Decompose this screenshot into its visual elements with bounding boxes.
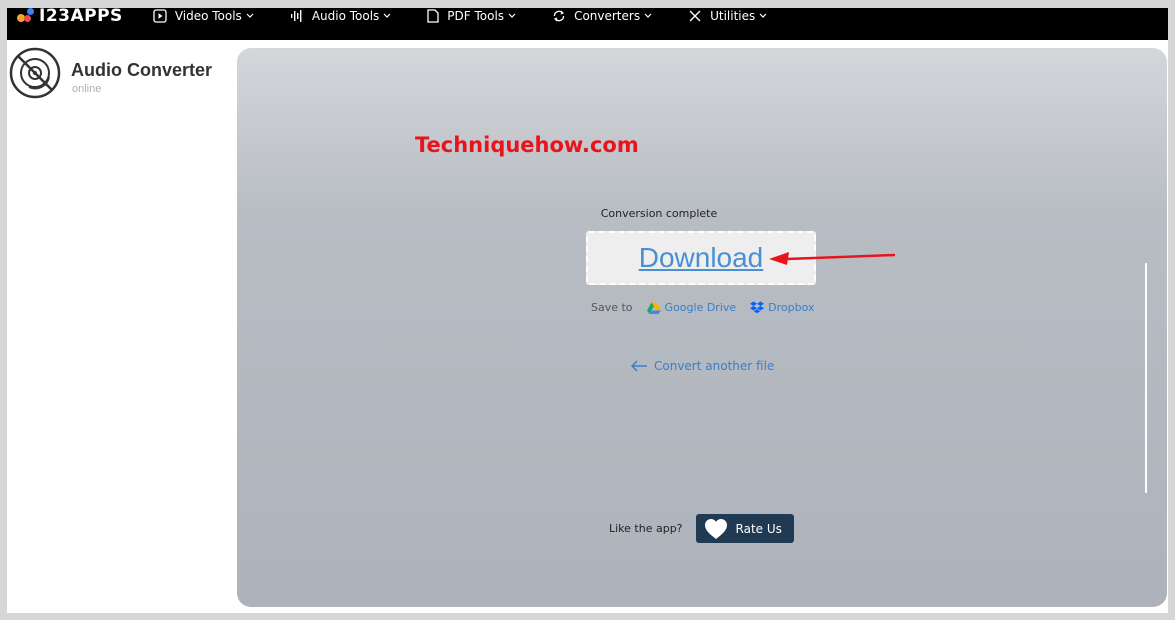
watermark-text: Techniquehow.com — [415, 133, 639, 157]
chevron-down-icon — [508, 11, 524, 22]
convert-icon — [553, 10, 565, 22]
nav-converters[interactable]: Converters — [552, 9, 660, 23]
google-drive-icon — [646, 302, 661, 314]
sidebar: Audio Converter online — [7, 40, 237, 613]
heart-icon — [704, 518, 727, 539]
download-link[interactable]: Download — [639, 242, 764, 274]
tools-icon — [689, 10, 701, 22]
annotation-arrow-icon — [769, 252, 896, 265]
app-logo[interactable] — [9, 47, 61, 99]
convert-another-label: Convert another file — [654, 359, 775, 373]
app-subtitle: online — [72, 83, 102, 95]
chevron-down-icon — [246, 11, 262, 22]
document-icon — [427, 9, 439, 23]
chevron-down-icon — [383, 11, 399, 22]
logo-text: I23APPS — [39, 8, 123, 26]
top-navigation-bar: I23APPS Video Tools Audio Tools PDF Tool… — [7, 8, 1168, 40]
browser-frame: I23APPS Video Tools Audio Tools PDF Tool… — [7, 8, 1168, 613]
nav-video-tools-label: Video Tools — [174, 9, 242, 23]
google-drive-link[interactable]: Google Drive — [646, 301, 737, 314]
logo-link[interactable]: I23APPS — [17, 8, 123, 26]
waveform-icon — [290, 10, 302, 22]
save-to-label: Save to — [591, 301, 633, 314]
dropbox-label: Dropbox — [768, 301, 815, 314]
nav-pdf-tools-label: PDF Tools — [447, 9, 505, 23]
nav-utilities-label: Utilities — [710, 9, 756, 23]
convert-another-link[interactable]: Convert another file — [630, 359, 774, 373]
google-drive-label: Google Drive — [664, 301, 737, 314]
nav-audio-tools-label: Audio Tools — [311, 9, 380, 23]
save-to-row: Save to Google Drive Dropbox — [591, 301, 829, 314]
chevron-down-icon — [759, 11, 775, 22]
rate-us-button[interactable]: Rate Us — [695, 514, 794, 543]
nav-pdf-tools[interactable]: PDF Tools — [427, 9, 524, 23]
main-nav: Video Tools Audio Tools PDF Tools Conver… — [153, 8, 803, 24]
nav-video-tools[interactable]: Video Tools — [153, 9, 262, 23]
play-icon — [153, 9, 167, 23]
dropbox-link[interactable]: Dropbox — [750, 301, 815, 314]
nav-audio-tools[interactable]: Audio Tools — [290, 9, 399, 23]
dropbox-icon — [750, 301, 765, 314]
rate-us-label: Rate Us — [735, 521, 782, 536]
nav-utilities[interactable]: Utilities — [688, 9, 775, 23]
chevron-down-icon — [644, 11, 660, 22]
disc-muted-icon — [9, 47, 61, 99]
nav-converters-label: Converters — [574, 9, 641, 23]
rate-row: Like the app? Rate Us — [609, 514, 794, 543]
app-title: Audio Converter — [71, 60, 213, 80]
converter-panel: Techniquehow.com Conversion complete Dow… — [237, 48, 1167, 607]
arrow-left-icon — [630, 360, 647, 372]
like-app-text: Like the app? — [609, 522, 683, 535]
logo-dots-icon — [17, 8, 37, 24]
scrollbar[interactable] — [1145, 263, 1147, 493]
conversion-status: Conversion complete — [600, 207, 718, 220]
